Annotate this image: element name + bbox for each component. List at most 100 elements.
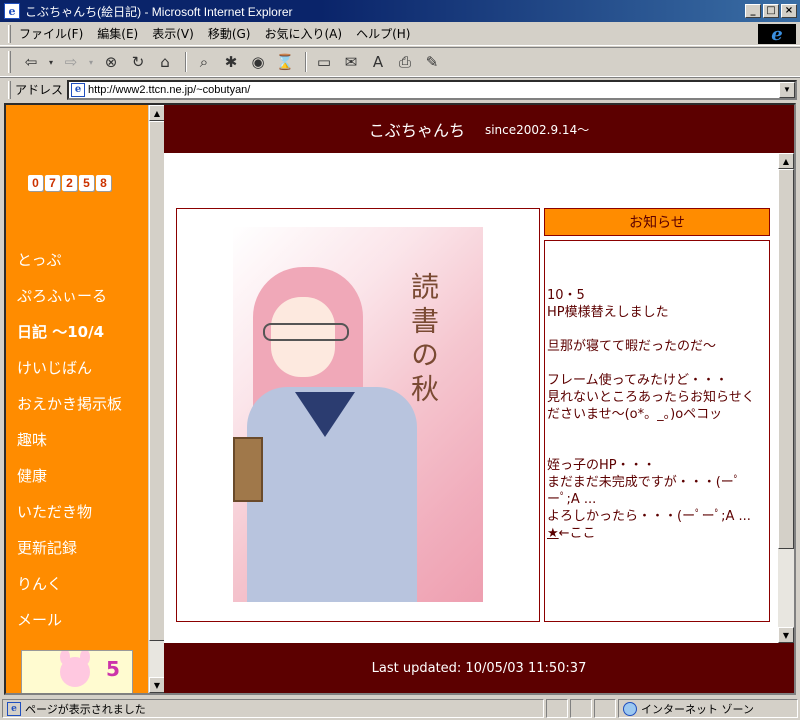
security-zone[interactable]: インターネット ゾーン	[618, 699, 798, 718]
toolbar-separator	[305, 52, 307, 72]
site-title: こぶちゃんち	[368, 121, 465, 140]
media-icon[interactable]: ◉	[246, 51, 270, 73]
footer-band: Last updated: 10/05/03 11:50:37	[164, 643, 794, 693]
nav-gifts[interactable]: いただき物	[17, 502, 122, 538]
counter-digit: 7	[45, 175, 60, 191]
nav-links[interactable]: りんく	[17, 574, 122, 610]
browser-content: 0 7 2 5 8 とっぷ ぷろふぃーる 日記 ～10/4 けいじばん おえかき…	[4, 103, 796, 695]
illustration-caption: 読書の秋	[407, 272, 440, 408]
main-frame-scrollbar[interactable]: ▲ ▼	[778, 153, 794, 643]
address-url[interactable]: http://www2.ttcn.ne.jp/~cobutyan/	[88, 84, 779, 96]
star-link[interactable]: ★	[547, 526, 559, 541]
home-icon[interactable]: ⌂	[153, 51, 177, 73]
address-bar: アドレス e http://www2.ttcn.ne.jp/~cobutyan/…	[0, 77, 800, 101]
status-main: e ページが表示されました	[2, 699, 544, 718]
glasses-shape	[263, 323, 349, 341]
title-bar: e こぶちゃんち(絵日記) - Microsoft Internet Explo…	[0, 0, 800, 22]
menu-grip[interactable]	[8, 24, 11, 43]
zone-text: インターネット ゾーン	[641, 702, 754, 716]
star-link-label: ←ここ	[558, 526, 596, 541]
page-done-icon: e	[7, 701, 21, 716]
menu-view[interactable]: 表示(V)	[152, 25, 194, 42]
maximize-button[interactable]: □	[763, 4, 779, 18]
nav-oekaki-board[interactable]: おえかき掲示板	[17, 394, 122, 430]
mail-icon[interactable]: ✉	[339, 51, 363, 73]
refresh-icon[interactable]: ↻	[126, 51, 150, 73]
forward-icon[interactable]: ⇨	[59, 51, 83, 73]
fullscreen-icon[interactable]: ▭	[312, 51, 336, 73]
main-area: 読書の秋 お知らせ 10・5 HP模様替えしました 旦那が寝てて暇だったのだ～ …	[164, 153, 794, 643]
close-button[interactable]: ×	[781, 4, 797, 18]
page-icon: e	[71, 82, 86, 97]
toolbar: ⇦ ▾ ⇨ ▾ ⊗ ↻ ⌂ ⌕ ✱ ◉ ⌛ ▭ ✉ A ⎙ ✎	[0, 47, 800, 77]
scroll-up-arrow-icon[interactable]: ▲	[149, 105, 165, 121]
last-updated: Last updated: 10/05/03 11:50:37	[371, 660, 587, 676]
nav-profile[interactable]: ぷろふぃーる	[17, 286, 122, 322]
status-cell	[594, 699, 616, 718]
address-grip[interactable]	[8, 80, 11, 99]
access-counter: 0 7 2 5 8	[28, 175, 111, 191]
right-frame: こぶちゃんち since2002.9.14～ 読書の秋 お知らせ 10・5 HP…	[164, 105, 794, 693]
counter-digit: 2	[62, 175, 77, 191]
history-icon[interactable]: ⌛	[273, 51, 297, 73]
menu-edit[interactable]: 編集(E)	[97, 25, 138, 42]
menu-help[interactable]: ヘルプ(H)	[356, 25, 410, 42]
font-size-icon[interactable]: A	[366, 51, 390, 73]
window-title: こぶちゃんち(絵日記) - Microsoft Internet Explore…	[25, 4, 293, 19]
edit-icon[interactable]: ✎	[420, 51, 444, 73]
stop-icon[interactable]: ⊗	[99, 51, 123, 73]
scroll-down-arrow-icon[interactable]: ▼	[778, 627, 794, 643]
side-nav: とっぷ ぷろふぃーる 日記 ～10/4 けいじばん おえかき掲示板 趣味 健康 …	[17, 250, 122, 646]
ie-logo: e	[758, 24, 796, 45]
mascot-text: 5	[106, 657, 120, 681]
menu-file[interactable]: ファイル(F)	[19, 25, 83, 42]
search-icon[interactable]: ⌕	[192, 51, 216, 73]
address-input[interactable]: e http://www2.ttcn.ne.jp/~cobutyan/ ▼	[67, 79, 798, 100]
scroll-up-arrow-icon[interactable]: ▲	[778, 153, 794, 169]
site-since: since2002.9.14～	[484, 122, 590, 137]
status-text: ページが表示されました	[25, 702, 146, 716]
toolbar-separator	[185, 52, 187, 72]
minimize-button[interactable]: _	[745, 4, 761, 18]
mascot-banner[interactable]: 5	[21, 650, 133, 693]
menu-favorites[interactable]: お気に入り(A)	[264, 25, 342, 42]
print-icon[interactable]: ⎙	[393, 51, 417, 73]
menu-go[interactable]: 移動(G)	[208, 25, 251, 42]
scroll-thumb[interactable]	[778, 169, 794, 549]
address-label: アドレス	[15, 83, 64, 97]
globe-icon	[623, 701, 637, 716]
toolbar-grip[interactable]	[8, 51, 11, 73]
ie-page-icon: e	[4, 3, 20, 19]
counter-digit: 8	[96, 175, 111, 191]
forward-dropdown-icon[interactable]: ▾	[86, 51, 96, 73]
nav-hobby[interactable]: 趣味	[17, 430, 122, 466]
menu-bar: ファイル(F) 編集(E) 表示(V) 移動(G) お気に入り(A) ヘルプ(H…	[0, 22, 800, 46]
nav-update-log[interactable]: 更新記録	[17, 538, 122, 574]
counter-digit: 0	[28, 175, 43, 191]
nav-bbs[interactable]: けいじばん	[17, 358, 122, 394]
scroll-thumb[interactable]	[149, 121, 165, 641]
bunny-icon	[60, 657, 90, 687]
illustration-image: 読書の秋	[233, 227, 483, 602]
notice-box: 10・5 HP模様替えしました 旦那が寝てて暇だったのだ～ フレーム使ってみたけ…	[544, 240, 770, 622]
nav-health[interactable]: 健康	[17, 466, 122, 502]
book-shape	[233, 437, 263, 502]
illustration-box: 読書の秋	[176, 208, 540, 622]
status-bar: e ページが表示されました インターネット ゾーン	[0, 697, 800, 720]
back-icon[interactable]: ⇦	[19, 51, 43, 73]
status-cell	[546, 699, 568, 718]
chevron-down-icon[interactable]: ▼	[779, 81, 796, 98]
favorites-icon[interactable]: ✱	[219, 51, 243, 73]
left-frame-scrollbar[interactable]: ▲ ▼	[148, 105, 165, 693]
nav-diary[interactable]: 日記 ～10/4	[17, 322, 122, 358]
counter-digit: 5	[79, 175, 94, 191]
notice-body: 10・5 HP模様替えしました 旦那が寝てて暇だったのだ～ フレーム使ってみたけ…	[547, 288, 755, 524]
nav-top[interactable]: とっぷ	[17, 250, 122, 286]
back-dropdown-icon[interactable]: ▾	[46, 51, 56, 73]
left-frame: 0 7 2 5 8 とっぷ ぷろふぃーる 日記 ～10/4 けいじばん おえかき…	[6, 105, 148, 693]
notice-heading: お知らせ	[544, 208, 770, 236]
status-cell	[570, 699, 592, 718]
scroll-down-arrow-icon[interactable]: ▼	[149, 677, 165, 693]
header-band: こぶちゃんち since2002.9.14～	[164, 105, 794, 153]
nav-mail[interactable]: メール	[17, 610, 122, 646]
